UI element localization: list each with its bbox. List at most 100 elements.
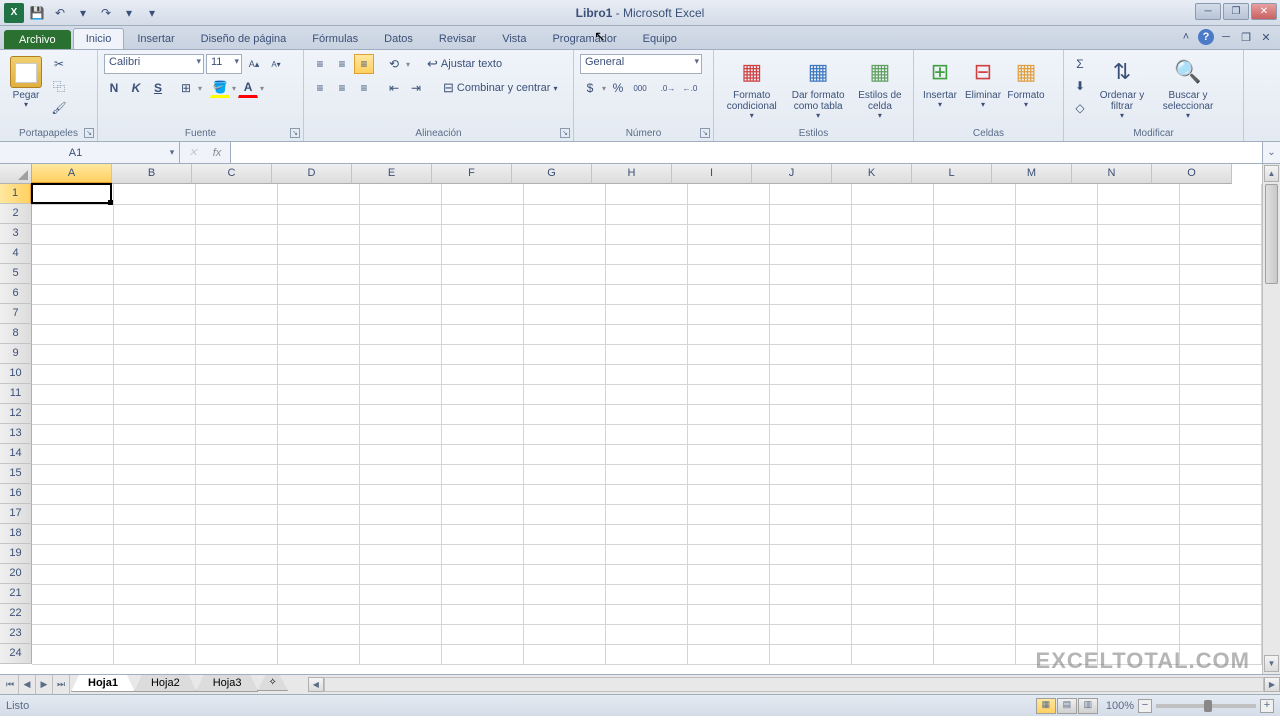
cell[interactable] bbox=[442, 304, 524, 324]
cell[interactable] bbox=[360, 284, 442, 304]
cell[interactable] bbox=[933, 284, 1015, 304]
save-button[interactable]: 💾 bbox=[27, 3, 47, 23]
cell[interactable] bbox=[770, 284, 852, 304]
excel-icon[interactable]: X bbox=[4, 3, 24, 23]
cell[interactable] bbox=[32, 284, 114, 304]
cell[interactable] bbox=[196, 264, 278, 284]
currency-button[interactable]: $ bbox=[580, 78, 600, 98]
cell[interactable] bbox=[360, 604, 442, 624]
cell[interactable] bbox=[606, 584, 688, 604]
cell[interactable] bbox=[442, 404, 524, 424]
zoom-out-button[interactable]: − bbox=[1138, 699, 1152, 713]
cell[interactable] bbox=[278, 404, 360, 424]
row-header-20[interactable]: 20 bbox=[0, 564, 32, 584]
cell[interactable] bbox=[360, 464, 442, 484]
cell[interactable] bbox=[442, 444, 524, 464]
sheet-first-button[interactable]: ⏮ bbox=[2, 675, 19, 694]
cell[interactable] bbox=[442, 384, 524, 404]
cell[interactable] bbox=[606, 244, 688, 264]
cell[interactable] bbox=[933, 344, 1015, 364]
row-header-4[interactable]: 4 bbox=[0, 244, 32, 264]
minimize-button[interactable]: ─ bbox=[1195, 3, 1221, 20]
tab-insertar[interactable]: Insertar bbox=[124, 28, 187, 49]
cell[interactable] bbox=[442, 224, 524, 244]
sheet-prev-button[interactable]: ◀ bbox=[19, 675, 36, 694]
column-header-G[interactable]: G bbox=[512, 164, 592, 184]
cell[interactable] bbox=[278, 604, 360, 624]
cell[interactable] bbox=[852, 344, 934, 364]
maximize-button[interactable]: ❐ bbox=[1223, 3, 1249, 20]
column-header-L[interactable]: L bbox=[912, 164, 992, 184]
cell[interactable] bbox=[933, 364, 1015, 384]
formula-input[interactable] bbox=[231, 142, 1262, 163]
autosum-button[interactable]: Σ bbox=[1070, 54, 1090, 74]
cell[interactable] bbox=[524, 204, 606, 224]
cell[interactable] bbox=[688, 624, 770, 644]
cell[interactable] bbox=[852, 324, 934, 344]
cell[interactable] bbox=[1097, 584, 1179, 604]
cell[interactable] bbox=[1179, 184, 1261, 204]
undo-button[interactable]: ↶ bbox=[50, 3, 70, 23]
cell[interactable] bbox=[114, 524, 196, 544]
customize-qat[interactable]: ▾ bbox=[142, 3, 162, 23]
align-top-button[interactable]: ≡ bbox=[310, 54, 330, 74]
cell[interactable] bbox=[770, 204, 852, 224]
redo-dropdown[interactable]: ▾ bbox=[119, 3, 139, 23]
cell[interactable] bbox=[852, 384, 934, 404]
cell[interactable] bbox=[1097, 344, 1179, 364]
cell[interactable] bbox=[770, 424, 852, 444]
cell[interactable] bbox=[1097, 564, 1179, 584]
cell[interactable] bbox=[688, 544, 770, 564]
align-center-button[interactable]: ≡ bbox=[332, 78, 352, 98]
cell[interactable] bbox=[606, 344, 688, 364]
zoom-knob[interactable] bbox=[1204, 700, 1212, 712]
cell[interactable] bbox=[278, 624, 360, 644]
cell[interactable] bbox=[1179, 564, 1261, 584]
cell[interactable] bbox=[933, 264, 1015, 284]
cell[interactable] bbox=[770, 324, 852, 344]
cell[interactable] bbox=[852, 444, 934, 464]
cell[interactable] bbox=[852, 284, 934, 304]
cell[interactable] bbox=[933, 624, 1015, 644]
help-icon[interactable]: ? bbox=[1198, 29, 1214, 45]
cell[interactable] bbox=[524, 324, 606, 344]
column-header-C[interactable]: C bbox=[192, 164, 272, 184]
conditional-format-button[interactable]: ▦ Formato condicional▾ bbox=[720, 54, 783, 139]
cell[interactable] bbox=[852, 564, 934, 584]
font-size-combo[interactable]: 11 bbox=[206, 54, 242, 74]
cell[interactable] bbox=[1179, 504, 1261, 524]
column-header-N[interactable]: N bbox=[1072, 164, 1152, 184]
cell[interactable] bbox=[360, 424, 442, 444]
cell[interactable] bbox=[852, 184, 934, 204]
cell[interactable] bbox=[933, 324, 1015, 344]
cell[interactable] bbox=[360, 364, 442, 384]
cell[interactable] bbox=[933, 564, 1015, 584]
cell[interactable] bbox=[524, 644, 606, 664]
cell[interactable] bbox=[688, 264, 770, 284]
cell[interactable] bbox=[1097, 304, 1179, 324]
cell[interactable] bbox=[933, 584, 1015, 604]
name-box-dropdown[interactable]: ▾ bbox=[165, 147, 179, 158]
cell[interactable] bbox=[114, 264, 196, 284]
row-header-15[interactable]: 15 bbox=[0, 464, 32, 484]
cell[interactable] bbox=[360, 404, 442, 424]
cell[interactable] bbox=[524, 404, 606, 424]
cell[interactable] bbox=[196, 604, 278, 624]
cell[interactable] bbox=[688, 344, 770, 364]
cell[interactable] bbox=[1097, 604, 1179, 624]
cell[interactable] bbox=[360, 504, 442, 524]
cell[interactable] bbox=[688, 524, 770, 544]
cell[interactable] bbox=[770, 364, 852, 384]
cell[interactable] bbox=[196, 384, 278, 404]
cell[interactable] bbox=[852, 364, 934, 384]
cell[interactable] bbox=[1015, 204, 1097, 224]
italic-button[interactable]: K bbox=[126, 78, 146, 98]
cell[interactable] bbox=[196, 544, 278, 564]
cell[interactable] bbox=[278, 344, 360, 364]
decrease-decimal-button[interactable]: ←.0 bbox=[680, 78, 700, 98]
cell[interactable] bbox=[114, 284, 196, 304]
cell[interactable] bbox=[1015, 324, 1097, 344]
cell[interactable] bbox=[196, 644, 278, 664]
cell[interactable] bbox=[524, 424, 606, 444]
cell[interactable] bbox=[606, 404, 688, 424]
